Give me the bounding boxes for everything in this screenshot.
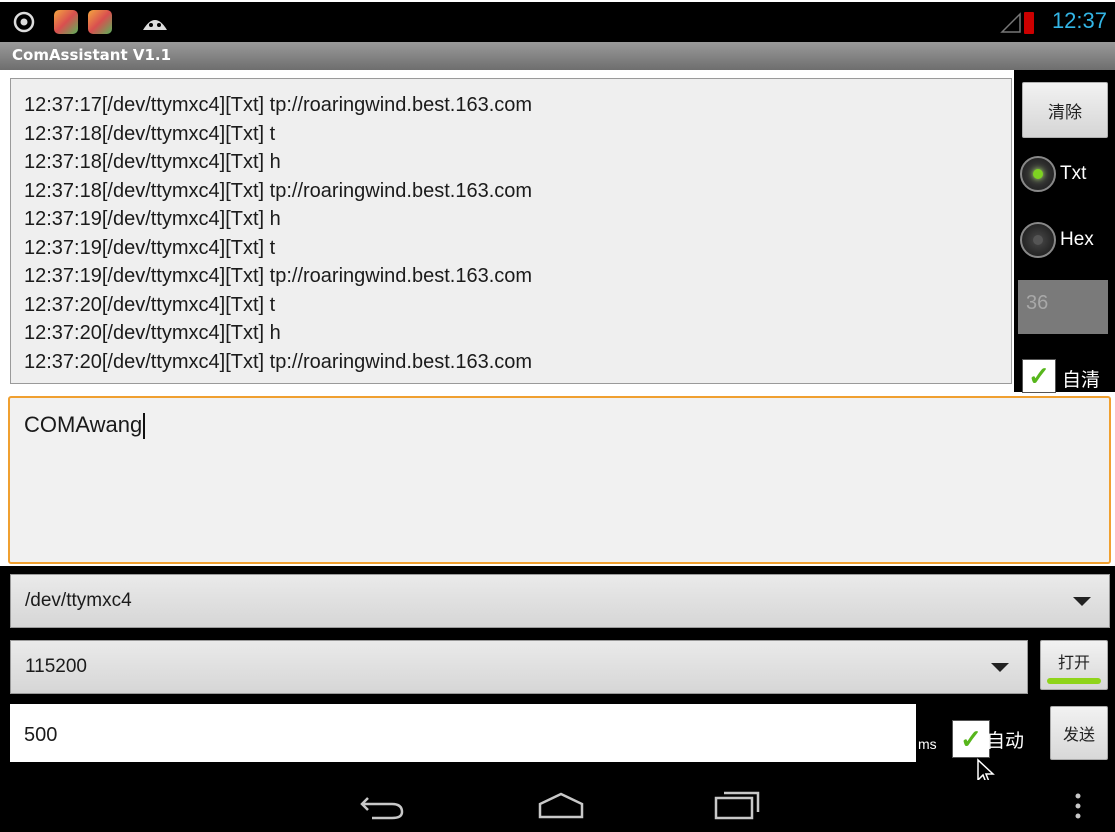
log-line: 12:37:19[/dev/ttymxc4][Txt] t [24, 236, 276, 259]
dropdown-arrow-icon [1073, 597, 1091, 606]
port-status-indicator [1047, 678, 1101, 684]
menu-overflow-icon[interactable] [1074, 792, 1082, 825]
log-line: 12:37:20[/dev/ttymxc4][Txt] t [24, 293, 276, 316]
log-line: 12:37:17[/dev/ttymxc4][Txt] tp://roaring… [24, 94, 533, 116]
app-title-bar: ComAssistant V1.1 [0, 42, 1115, 70]
clear-button[interactable]: 清除 [1022, 82, 1108, 138]
txt-radio[interactable]: Txt [1020, 154, 1112, 194]
open-port-button[interactable]: 打开 [1040, 640, 1108, 690]
receive-log[interactable]: 12:37:17[/dev/ttymxc4][Txt] tp://roaring… [10, 78, 1012, 384]
hex-radio-label: Hex [1060, 229, 1094, 250]
txt-radio-label: Txt [1060, 163, 1087, 184]
auto-send-label: 自动 [986, 731, 1025, 752]
text-cursor [143, 413, 146, 440]
auto-clear-label: 自清 [1062, 370, 1101, 391]
line-count-field[interactable]: 36 [1018, 280, 1108, 334]
port-select-value: /dev/ttymxc4 [25, 590, 132, 611]
recent-apps-icon[interactable] [712, 788, 762, 827]
app-icon [88, 10, 112, 34]
signal-icon [1000, 12, 1022, 39]
auto-clear-checkbox[interactable]: ✓ 自清 [1022, 358, 1114, 394]
radio-off-icon [1020, 222, 1056, 258]
battery-alert-icon [1024, 12, 1034, 34]
log-line: 12:37:19[/dev/ttymxc4][Txt] tp://roaring… [24, 265, 533, 287]
app-title: ComAssistant V1.1 [12, 46, 172, 64]
open-port-label: 打开 [1057, 655, 1090, 672]
send-text-input[interactable]: COMAwang [8, 396, 1111, 564]
send-text-value: COMAwang [24, 412, 143, 437]
app-icon [54, 10, 78, 34]
log-line: 12:37:18[/dev/ttymxc4][Txt] tp://roaring… [24, 179, 533, 202]
status-bar: 12:37 [0, 0, 1115, 42]
navigation-bar [0, 780, 1115, 832]
baud-select[interactable]: 115200 [10, 640, 1028, 694]
android-icon [140, 14, 170, 37]
radio-on-icon [1020, 156, 1056, 192]
auto-send-checkbox[interactable]: ✓ [952, 720, 990, 758]
usb-debug-icon [12, 10, 36, 34]
log-line: 12:37:18[/dev/ttymxc4][Txt] h [24, 151, 281, 173]
baud-select-value: 115200 [25, 656, 87, 677]
log-line: 12:37:20[/dev/ttymxc4][Txt] tp://roaring… [24, 350, 533, 373]
back-icon[interactable] [358, 790, 408, 825]
port-select[interactable]: /dev/ttymxc4 [10, 574, 1110, 628]
log-line: 12:37:20[/dev/ttymxc4][Txt] h [24, 322, 281, 344]
interval-unit: ms [918, 736, 937, 752]
checkbox-checked-icon: ✓ [1022, 359, 1056, 393]
log-line: 12:37:18[/dev/ttymxc4][Txt] t [24, 122, 276, 145]
status-clock: 12:37 [1051, 8, 1107, 33]
interval-input[interactable]: 500 [10, 704, 916, 762]
hex-radio[interactable]: Hex [1020, 220, 1112, 260]
send-button[interactable]: 发送 [1050, 706, 1108, 760]
log-line: 12:37:19[/dev/ttymxc4][Txt] h [24, 208, 281, 230]
checkmark-icon: ✓ [960, 724, 982, 754]
home-icon[interactable] [536, 790, 586, 825]
dropdown-arrow-icon [991, 663, 1009, 672]
